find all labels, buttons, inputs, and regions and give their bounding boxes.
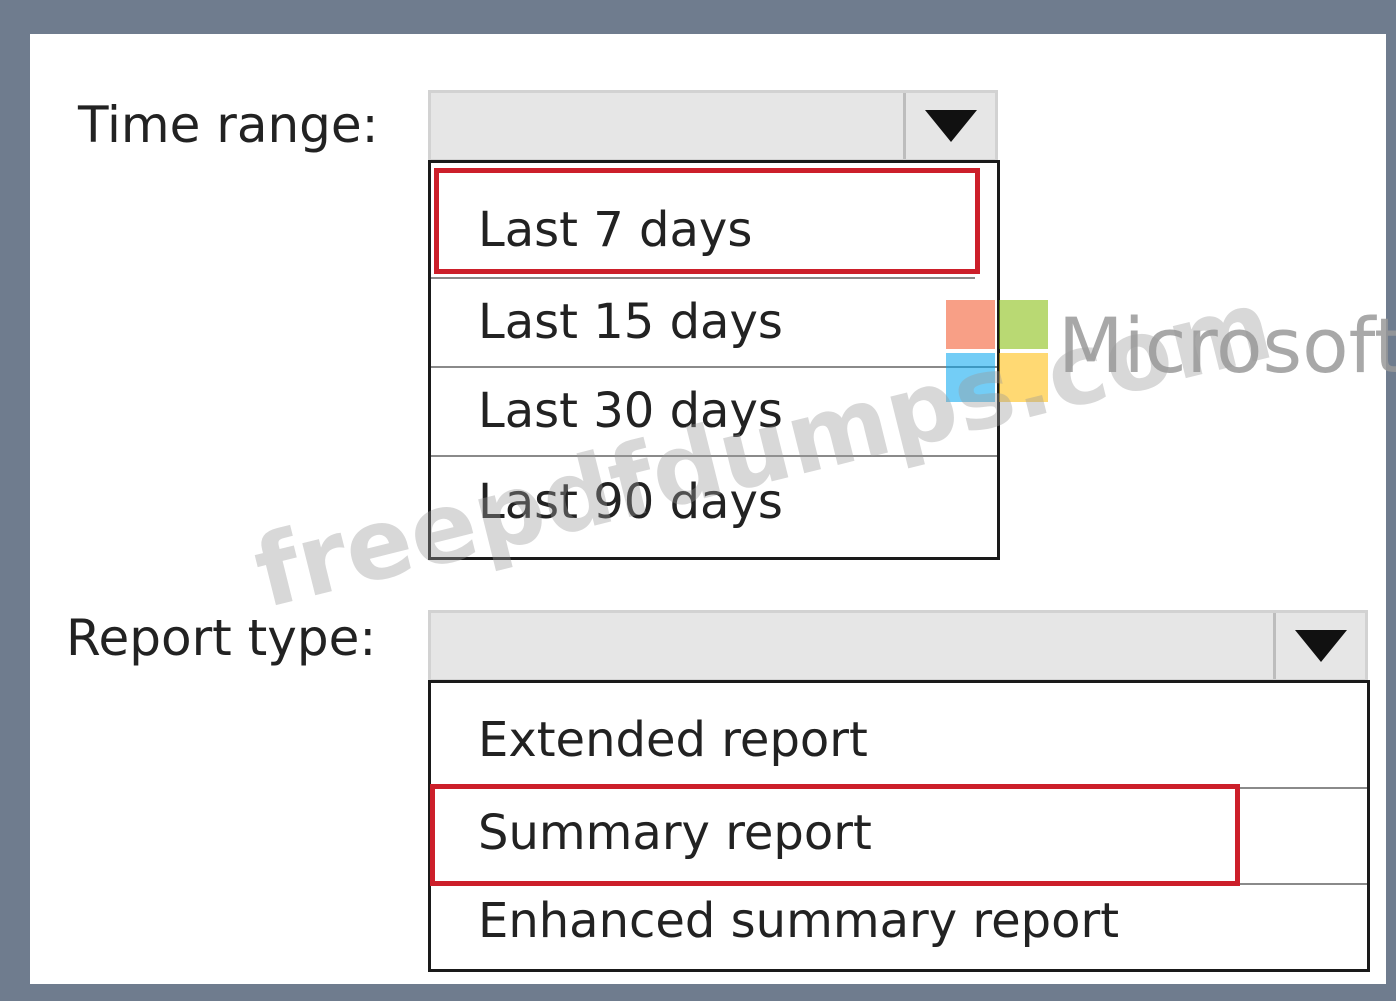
logo-red-square bbox=[946, 300, 995, 349]
microsoft-logo-icon bbox=[946, 300, 1048, 402]
report-type-option-enhanced-summary-report[interactable]: Enhanced summary report bbox=[431, 879, 1367, 963]
report-type-option-list: Extended report Summary report Enhanced … bbox=[428, 680, 1370, 972]
report-type-option-summary-report[interactable]: Summary report bbox=[431, 787, 1367, 879]
triangle-down-icon bbox=[1294, 630, 1347, 662]
time-range-dropdown[interactable] bbox=[428, 90, 998, 162]
microsoft-watermark-text: Microsoft bbox=[1058, 301, 1396, 390]
time-range-dropdown-toggle[interactable] bbox=[903, 93, 995, 159]
time-range-option-last-15-days[interactable]: Last 15 days bbox=[431, 277, 997, 367]
time-range-option-last-7-days[interactable]: Last 7 days bbox=[431, 185, 997, 275]
time-range-option-list: Last 7 days Last 15 days Last 30 days La… bbox=[428, 160, 1000, 560]
time-range-option-last-30-days[interactable]: Last 30 days bbox=[431, 367, 997, 455]
time-range-label: Time range: bbox=[78, 96, 379, 154]
time-range-option-last-90-days[interactable]: Last 90 days bbox=[431, 457, 997, 547]
logo-blue-square bbox=[946, 353, 995, 402]
logo-yellow-square bbox=[999, 353, 1048, 402]
report-type-dropdown[interactable] bbox=[428, 610, 1368, 682]
report-type-label: Report type: bbox=[66, 609, 377, 667]
logo-green-square bbox=[999, 300, 1048, 349]
report-type-dropdown-toggle[interactable] bbox=[1273, 613, 1365, 679]
report-type-option-extended-report[interactable]: Extended report bbox=[431, 695, 1367, 785]
triangle-down-icon bbox=[924, 110, 977, 142]
